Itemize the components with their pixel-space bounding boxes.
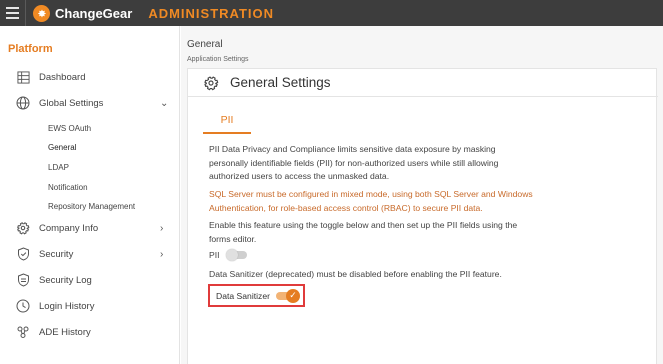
sql-server-warning: SQL Server must be configured in mixed m… <box>209 188 549 215</box>
checkmark-icon: ✓ <box>285 288 300 303</box>
sidebar-item-company-info[interactable]: Company Info › <box>0 216 179 240</box>
data-sanitizer-toggle[interactable]: ✓ <box>275 288 300 303</box>
changegear-logo-icon <box>33 4 50 22</box>
data-sanitizer-label: Data Sanitizer <box>216 290 270 301</box>
card-body: PII PII Data Privacy and Compliance limi… <box>187 0 663 364</box>
app-name: ChangeGear <box>55 5 133 21</box>
sidebar-title: Platform <box>8 43 53 55</box>
pii-toggle-row: PII <box>209 249 247 261</box>
shield-icon <box>16 247 30 261</box>
sidebar-subitem-notification[interactable]: Notification <box>48 183 88 192</box>
sidebar: Platform Dashboard Global Settings ⌄ EWS… <box>0 26 180 364</box>
tab-pii[interactable]: PII <box>203 114 251 134</box>
globe-icon <box>16 96 30 110</box>
pii-description: PII Data Privacy and Compliance limits s… <box>209 143 549 184</box>
pii-description-line: personally identifiable fields (PII) for… <box>209 157 499 168</box>
enable-instructions: Enable this feature using the toggle bel… <box>209 219 549 246</box>
sidebar-item-label: Login History <box>39 300 95 312</box>
gear-icon <box>16 221 30 235</box>
sidebar-item-label: Security <box>39 248 74 260</box>
sidebar-item-security[interactable]: Security › <box>0 242 179 266</box>
instruction-line: Enable this feature using the toggle bel… <box>209 220 518 230</box>
sidebar-subitem-repository-management[interactable]: Repository Management <box>48 202 135 211</box>
sidebar-item-label: Dashboard <box>39 71 86 83</box>
pii-toggle-label: PII <box>209 250 220 260</box>
sidebar-item-label: Company Info <box>39 222 99 234</box>
data-sanitizer-highlight: Data Sanitizer ✓ <box>208 284 305 307</box>
chevron-right-icon: › <box>160 222 164 234</box>
sidebar-item-ade-history[interactable]: ADE History <box>0 320 179 344</box>
dashboard-icon <box>16 70 30 84</box>
sidebar-item-dashboard[interactable]: Dashboard <box>0 65 179 89</box>
sidebar-item-global-settings[interactable]: Global Settings ⌄ <box>0 91 179 115</box>
pii-description-line: authorized users to access the unmasked … <box>209 171 390 182</box>
sidebar-subitem-ews-oauth[interactable]: EWS OAuth <box>48 124 91 133</box>
chevron-right-icon: › <box>160 248 164 260</box>
pii-description-line: PII Data Privacy and Compliance limits s… <box>209 144 496 154</box>
sidebar-item-label: ADE History <box>39 326 91 338</box>
hamburger-menu-icon[interactable] <box>0 0 26 26</box>
sidebar-item-label: Global Settings <box>39 97 104 109</box>
sidebar-subitem-general[interactable]: General <box>48 143 76 152</box>
instruction-line: forms editor. <box>209 233 257 244</box>
sidebar-item-login-history[interactable]: Login History <box>0 294 179 318</box>
shield-log-icon <box>16 273 30 287</box>
ade-history-icon <box>16 325 30 339</box>
warning-line: SQL Server must be configured in mixed m… <box>209 189 533 199</box>
chevron-down-icon: ⌄ <box>160 97 169 109</box>
sidebar-item-security-log[interactable]: Security Log <box>0 268 179 292</box>
login-history-icon <box>16 299 30 313</box>
sidebar-subitem-ldap[interactable]: LDAP <box>48 163 69 172</box>
pii-toggle[interactable] <box>225 249 247 261</box>
data-sanitizer-note: Data Sanitizer (deprecated) must be disa… <box>209 269 502 279</box>
sidebar-item-label: Security Log <box>39 274 92 286</box>
warning-line: Authentication, for role-based access co… <box>209 202 483 213</box>
